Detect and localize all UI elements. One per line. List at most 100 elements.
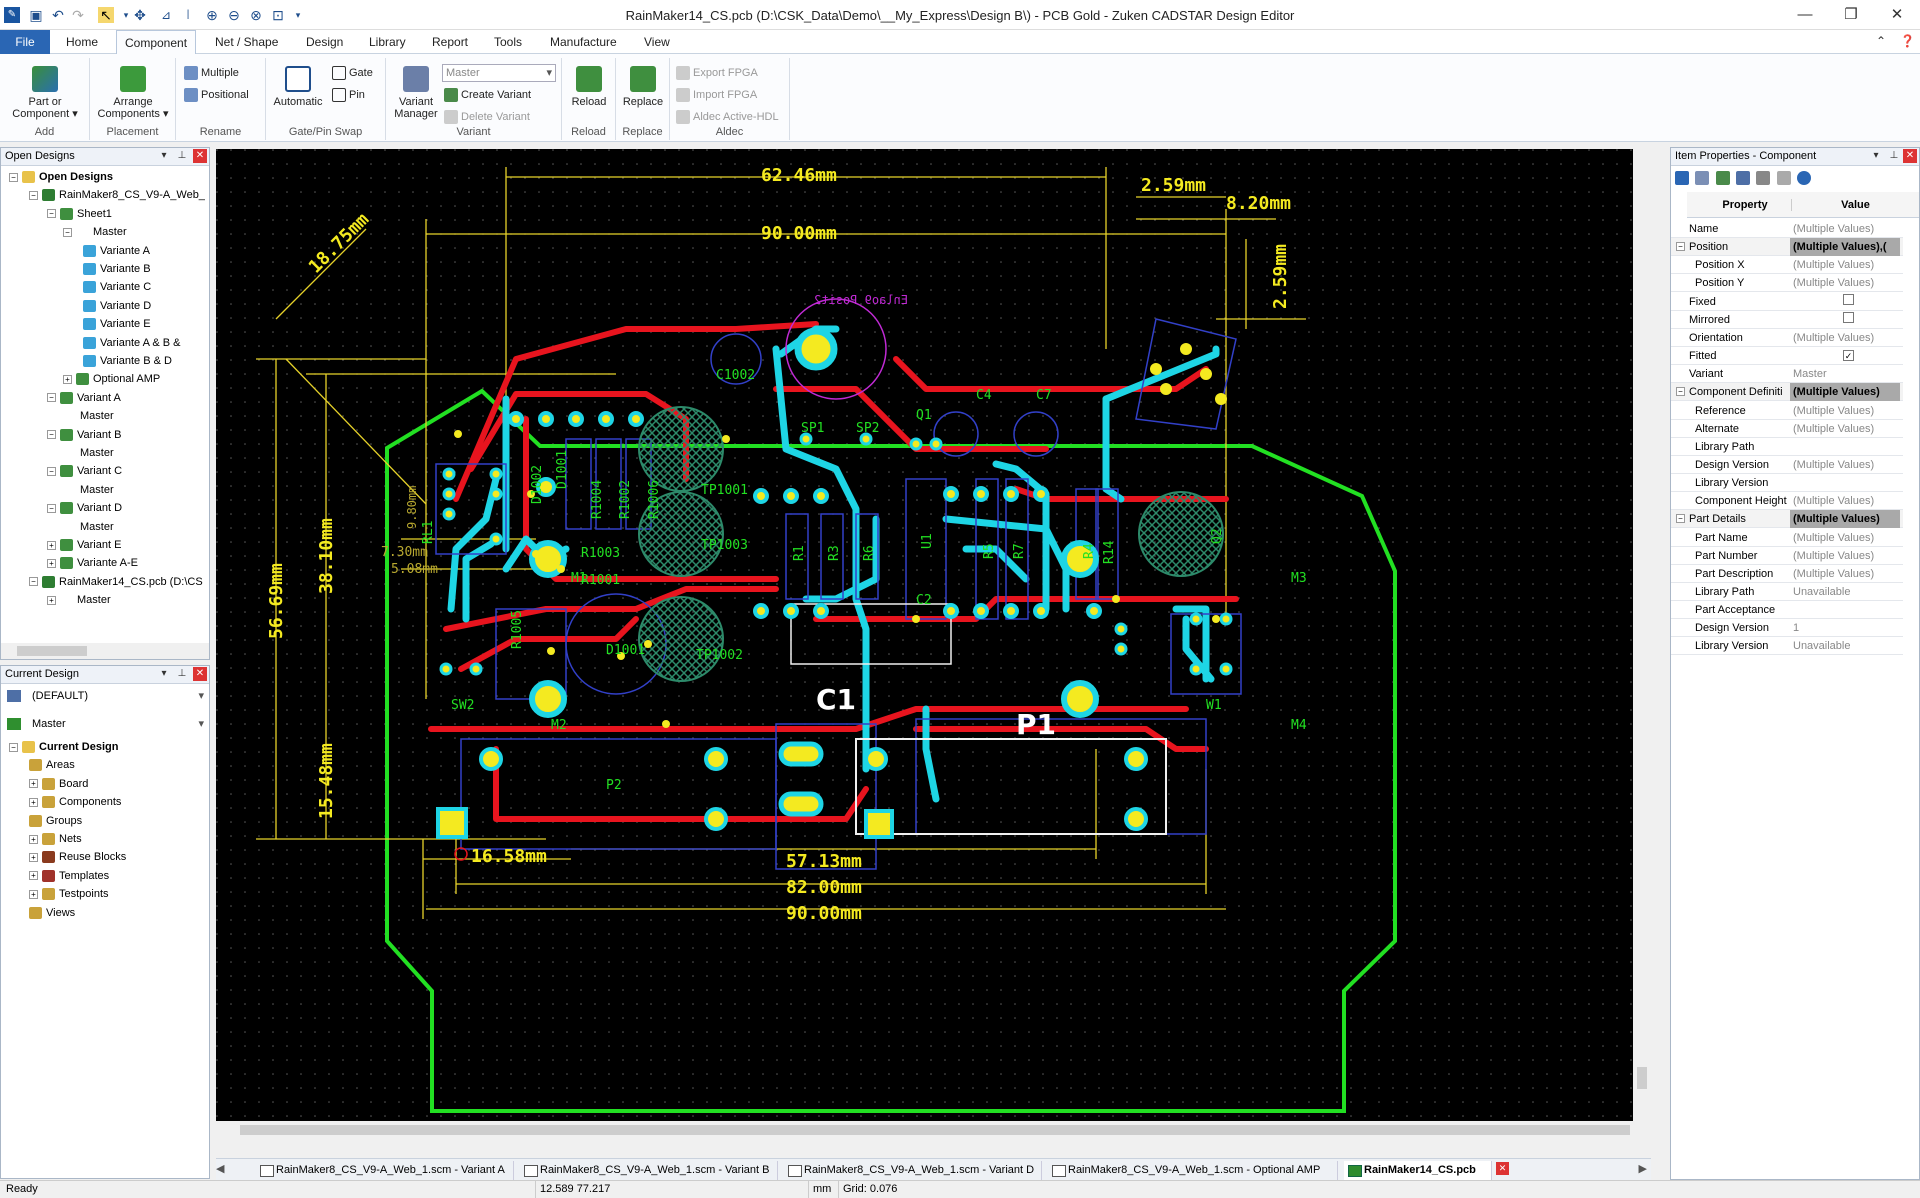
- close-tab-icon[interactable]: ✕: [1496, 1162, 1509, 1175]
- property-value[interactable]: Unavailable: [1790, 637, 1900, 655]
- pin-panel-icon[interactable]: ⊥: [1887, 149, 1901, 163]
- tree-item[interactable]: Master: [63, 481, 114, 499]
- tree-item[interactable]: Master: [63, 444, 114, 462]
- tab-net-shape[interactable]: Net / Shape: [207, 30, 286, 54]
- horizontal-scrollbar[interactable]: [1, 643, 209, 659]
- property-row[interactable]: Library Path: [1671, 438, 1903, 456]
- tree-item[interactable]: − Current Design: [9, 738, 118, 756]
- property-value[interactable]: (Multiple Values): [1790, 256, 1900, 274]
- expand-toggle-icon[interactable]: −: [29, 577, 38, 587]
- tree-item[interactable]: − RainMaker8_CS_V9-A_Web_: [29, 186, 205, 204]
- property-row[interactable]: Component Height (Multiple Values): [1671, 492, 1903, 511]
- tree-item[interactable]: − Open Designs: [9, 168, 113, 186]
- expand-toggle-icon[interactable]: −: [47, 393, 56, 403]
- close-panel-icon[interactable]: ✕: [193, 149, 207, 163]
- tree-item[interactable]: − Master: [63, 223, 127, 241]
- minimize-button[interactable]: —: [1782, 0, 1828, 30]
- property-value[interactable]: [1790, 293, 1900, 311]
- expand-toggle-icon[interactable]: +: [47, 595, 56, 605]
- tab-home[interactable]: Home: [58, 30, 106, 54]
- filter-icon[interactable]: [1695, 170, 1710, 185]
- expand-toggle-icon[interactable]: +: [63, 374, 72, 384]
- part-or-component-button[interactable]: Part or Component ▾: [4, 64, 86, 120]
- property-value[interactable]: [1790, 438, 1900, 456]
- property-row[interactable]: Position X (Multiple Values): [1671, 256, 1903, 275]
- help-icon[interactable]: ❓: [1900, 34, 1915, 48]
- create-variant-button[interactable]: Create Variant: [444, 88, 531, 102]
- tree-item[interactable]: + Reuse Blocks: [29, 848, 126, 866]
- property-value[interactable]: (Multiple Values): [1790, 329, 1900, 347]
- tree-item[interactable]: − Variant A: [47, 389, 121, 407]
- property-row[interactable]: Name (Multiple Values): [1671, 220, 1903, 238]
- tree-item[interactable]: Variante A & B &: [83, 334, 181, 352]
- undo-prop-icon[interactable]: [1756, 170, 1771, 185]
- expand-toggle-icon[interactable]: −: [9, 742, 18, 752]
- expand-toggle-icon[interactable]: −: [63, 227, 72, 237]
- expand-toggle-icon[interactable]: +: [29, 834, 38, 844]
- expand-toggle-icon[interactable]: −: [47, 503, 56, 513]
- property-value[interactable]: [1790, 474, 1900, 492]
- property-value[interactable]: (Multiple Values): [1790, 456, 1900, 474]
- property-row[interactable]: Design Version 1: [1671, 619, 1903, 638]
- tabs-scroll-left-icon[interactable]: ◀: [216, 1162, 224, 1175]
- property-row[interactable]: Orientation (Multiple Values): [1671, 329, 1903, 347]
- property-value[interactable]: (Multiple Values): [1790, 547, 1900, 565]
- property-row[interactable]: Position Y (Multiple Values): [1671, 274, 1903, 293]
- property-row[interactable]: Variant Master: [1671, 365, 1903, 384]
- doc-tab-variant-b[interactable]: RainMaker8_CS_V9-A_Web_1.scm - Variant B: [520, 1161, 778, 1180]
- pin-panel-icon[interactable]: ⊥: [175, 149, 189, 163]
- tree-item[interactable]: Variante B: [83, 260, 151, 278]
- tree-item[interactable]: Groups: [29, 812, 82, 830]
- tab-tools[interactable]: Tools: [486, 30, 530, 54]
- tree-item[interactable]: + Optional AMP: [63, 370, 160, 388]
- property-value[interactable]: (Multiple Values): [1790, 402, 1900, 420]
- variant-select-combo[interactable]: Master: [29, 716, 207, 734]
- tree-item[interactable]: + Variant E: [47, 536, 121, 554]
- expand-toggle-icon[interactable]: +: [47, 540, 56, 550]
- tree-item[interactable]: + Templates: [29, 867, 109, 885]
- property-checkbox[interactable]: ✓: [1843, 350, 1854, 362]
- property-value[interactable]: Master: [1790, 365, 1900, 383]
- property-value[interactable]: ✓: [1790, 347, 1900, 365]
- doc-tab-variant-a[interactable]: RainMaker8_CS_V9-A_Web_1.scm - Variant A: [256, 1161, 514, 1180]
- rename-multiple-button[interactable]: Multiple: [184, 66, 239, 80]
- property-row[interactable]: Library Version: [1671, 474, 1903, 493]
- horizontal-canvas-scrollbar[interactable]: [216, 1121, 1651, 1139]
- tab-design[interactable]: Design: [298, 30, 351, 54]
- property-value[interactable]: (Multiple Values): [1790, 420, 1900, 438]
- tree-item[interactable]: Variante E: [83, 315, 151, 333]
- rename-positional-button[interactable]: Positional: [184, 88, 249, 102]
- delete-variant-button[interactable]: Delete Variant: [444, 110, 530, 124]
- pcb-canvas[interactable]: 62.46mm 90.00mm 2.59mm 8.20mm 2.59mm 18.…: [216, 149, 1651, 1139]
- help-prop-icon[interactable]: [1797, 170, 1812, 185]
- info-icon[interactable]: [1675, 170, 1689, 185]
- scrollbar-thumb[interactable]: [17, 646, 87, 656]
- property-row[interactable]: Design Version (Multiple Values): [1671, 456, 1903, 474]
- property-value[interactable]: (Multiple Values): [1790, 529, 1900, 547]
- expand-toggle-icon[interactable]: −: [1676, 514, 1685, 524]
- property-value[interactable]: [1790, 311, 1900, 329]
- property-row[interactable]: Reference (Multiple Values): [1671, 402, 1903, 420]
- property-value[interactable]: [1790, 601, 1900, 619]
- export-fpga-button[interactable]: Export FPGA: [676, 66, 758, 80]
- tree-item[interactable]: − Sheet1: [47, 205, 112, 223]
- tree-item[interactable]: + Master: [47, 591, 111, 609]
- property-row[interactable]: Library Version Unavailable: [1671, 637, 1903, 656]
- pin-swap-button[interactable]: Pin: [332, 88, 365, 102]
- expand-toggle-icon[interactable]: +: [29, 779, 38, 789]
- property-checkbox[interactable]: [1843, 293, 1854, 305]
- property-row[interactable]: Part Number (Multiple Values): [1671, 547, 1903, 565]
- vertical-scrollbar[interactable]: [1633, 149, 1651, 1121]
- expand-toggle-icon[interactable]: +: [47, 558, 56, 568]
- property-value[interactable]: (Multiple Values): [1790, 565, 1900, 583]
- arrange-components-button[interactable]: Arrange Components ▾: [94, 64, 172, 120]
- property-row[interactable]: Mirrored: [1671, 311, 1903, 329]
- property-row[interactable]: Part Acceptance: [1671, 601, 1903, 620]
- doc-tab-optional-amp[interactable]: RainMaker8_CS_V9-A_Web_1.scm - Optional …: [1048, 1161, 1338, 1180]
- tree-item[interactable]: + Nets: [29, 830, 82, 848]
- layer-combo[interactable]: (DEFAULT): [29, 688, 207, 706]
- reload-button[interactable]: Reload: [564, 64, 614, 108]
- tree-item[interactable]: + Components: [29, 793, 121, 811]
- property-value[interactable]: Unavailable: [1790, 583, 1900, 601]
- tree-item[interactable]: Variante D: [83, 297, 151, 315]
